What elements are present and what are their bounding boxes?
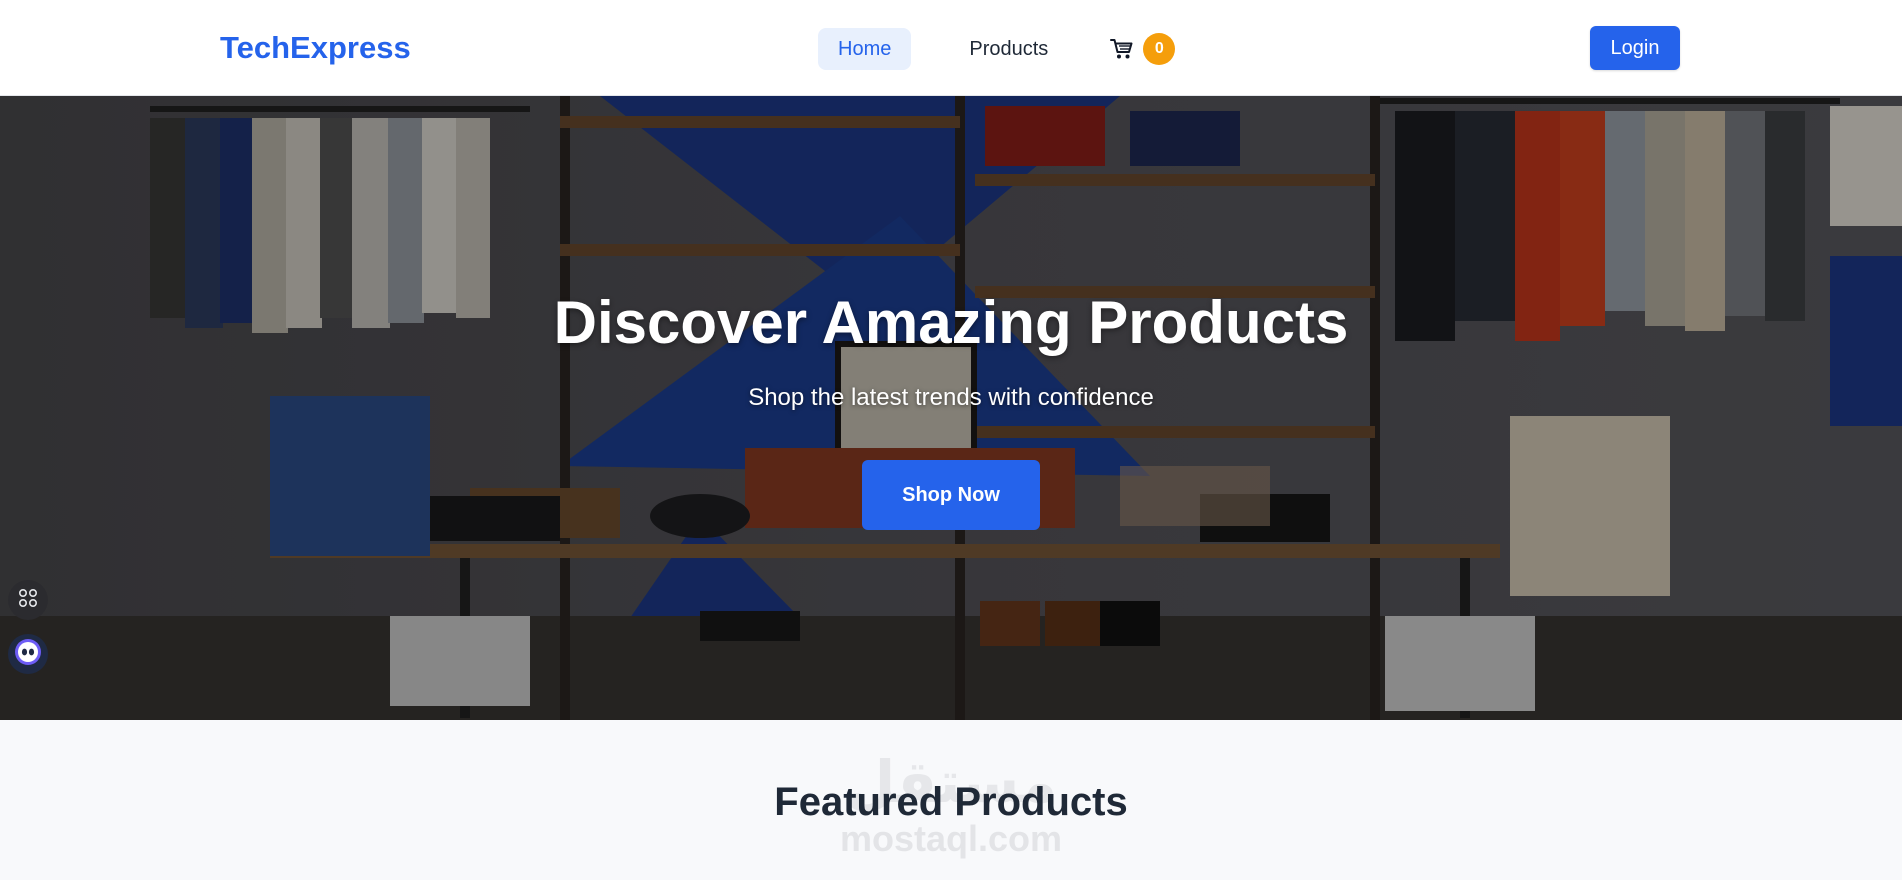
login-button[interactable]: Login (1590, 26, 1680, 70)
nav-products[interactable]: Products (949, 28, 1068, 70)
featured-section: مستقل mostaql.com Featured Products (0, 720, 1902, 880)
cart-button[interactable]: 0 (1110, 33, 1176, 65)
cart-count-badge: 0 (1143, 33, 1176, 65)
brand-logo[interactable]: TechExpress (220, 30, 411, 66)
shop-now-button[interactable]: Shop Now (862, 460, 1040, 530)
grid-icon (18, 588, 38, 613)
top-navbar: TechExpress Home Products 0 Login (0, 0, 1902, 96)
assistant-float-button[interactable] (8, 634, 48, 674)
bot-icon (14, 638, 42, 671)
hero-section: Discover Amazing Products Shop the lates… (0, 96, 1902, 720)
nav-home[interactable]: Home (818, 28, 912, 70)
apps-float-button[interactable] (8, 580, 48, 620)
shopping-cart-icon (1110, 38, 1134, 60)
hero-title: Discover Amazing Products (553, 289, 1349, 356)
featured-title: Featured Products (774, 780, 1128, 824)
main-nav: Home Products 0 (818, 28, 1176, 70)
hero-subtitle: Shop the latest trends with confidence (748, 384, 1154, 411)
